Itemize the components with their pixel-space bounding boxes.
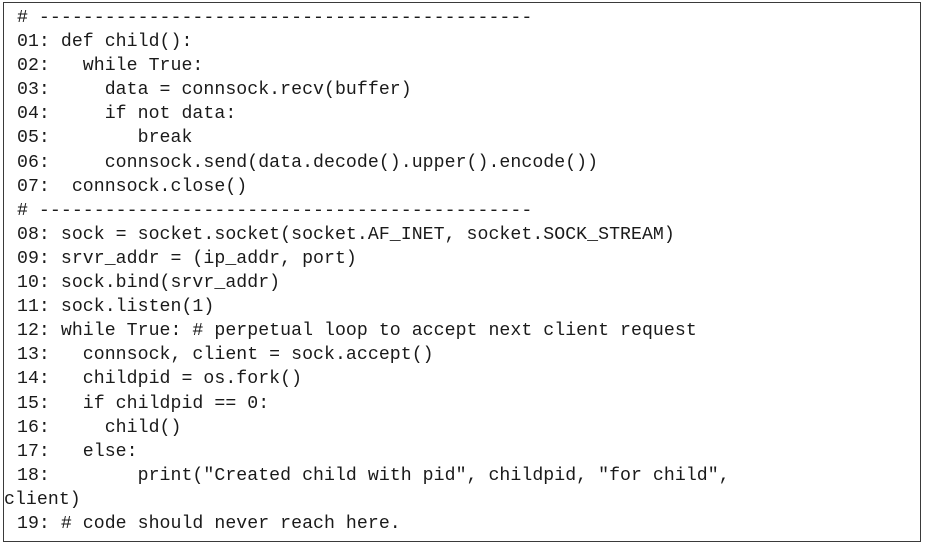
code-line-17: 17: else: [17, 441, 138, 462]
code-line-06: 06: connsock.send(data.decode().upper().… [17, 152, 599, 173]
code-line-15: 15: if childpid == 0: [17, 393, 270, 414]
code-line-12: 12: while True: # perpetual loop to acce… [17, 321, 697, 342]
code-line-08: 08: sock = socket.socket(socket.AF_INET,… [17, 224, 675, 245]
code-line-03: 03: data = connsock.recv(buffer) [17, 80, 412, 101]
code-line-19: 19: # code should never reach here. [17, 513, 401, 534]
code-line-18-continuation: client) [4, 489, 81, 510]
code-line-09: 09: srvr_addr = (ip_addr, port) [17, 248, 357, 269]
code-line-10: 10: sock.bind(srvr_addr) [17, 273, 281, 294]
code-line-02: 02: while True: [17, 56, 204, 77]
code-line-13: 13: connsock, client = sock.accept() [17, 345, 434, 366]
code-lines: # --------------------------------------… [4, 6, 912, 536]
code-line-16: 16: child() [17, 417, 182, 438]
code-line-11: 11: sock.listen(1) [17, 297, 215, 318]
code-listing: # --------------------------------------… [3, 2, 921, 542]
code-line-04: 04: if not data: [17, 104, 237, 125]
code-line-01: 01: def child(): [17, 32, 193, 53]
code-line-14: 14: childpid = os.fork() [17, 369, 303, 390]
code-line-05: 05: break [17, 128, 193, 149]
code-line-18: 18: print("Created child with pid", chil… [17, 465, 730, 486]
code-line-07: 07: connsock.close() [17, 176, 248, 197]
code-line-separator-top: # --------------------------------------… [17, 8, 533, 28]
code-line-separator-middle: # --------------------------------------… [17, 200, 533, 221]
